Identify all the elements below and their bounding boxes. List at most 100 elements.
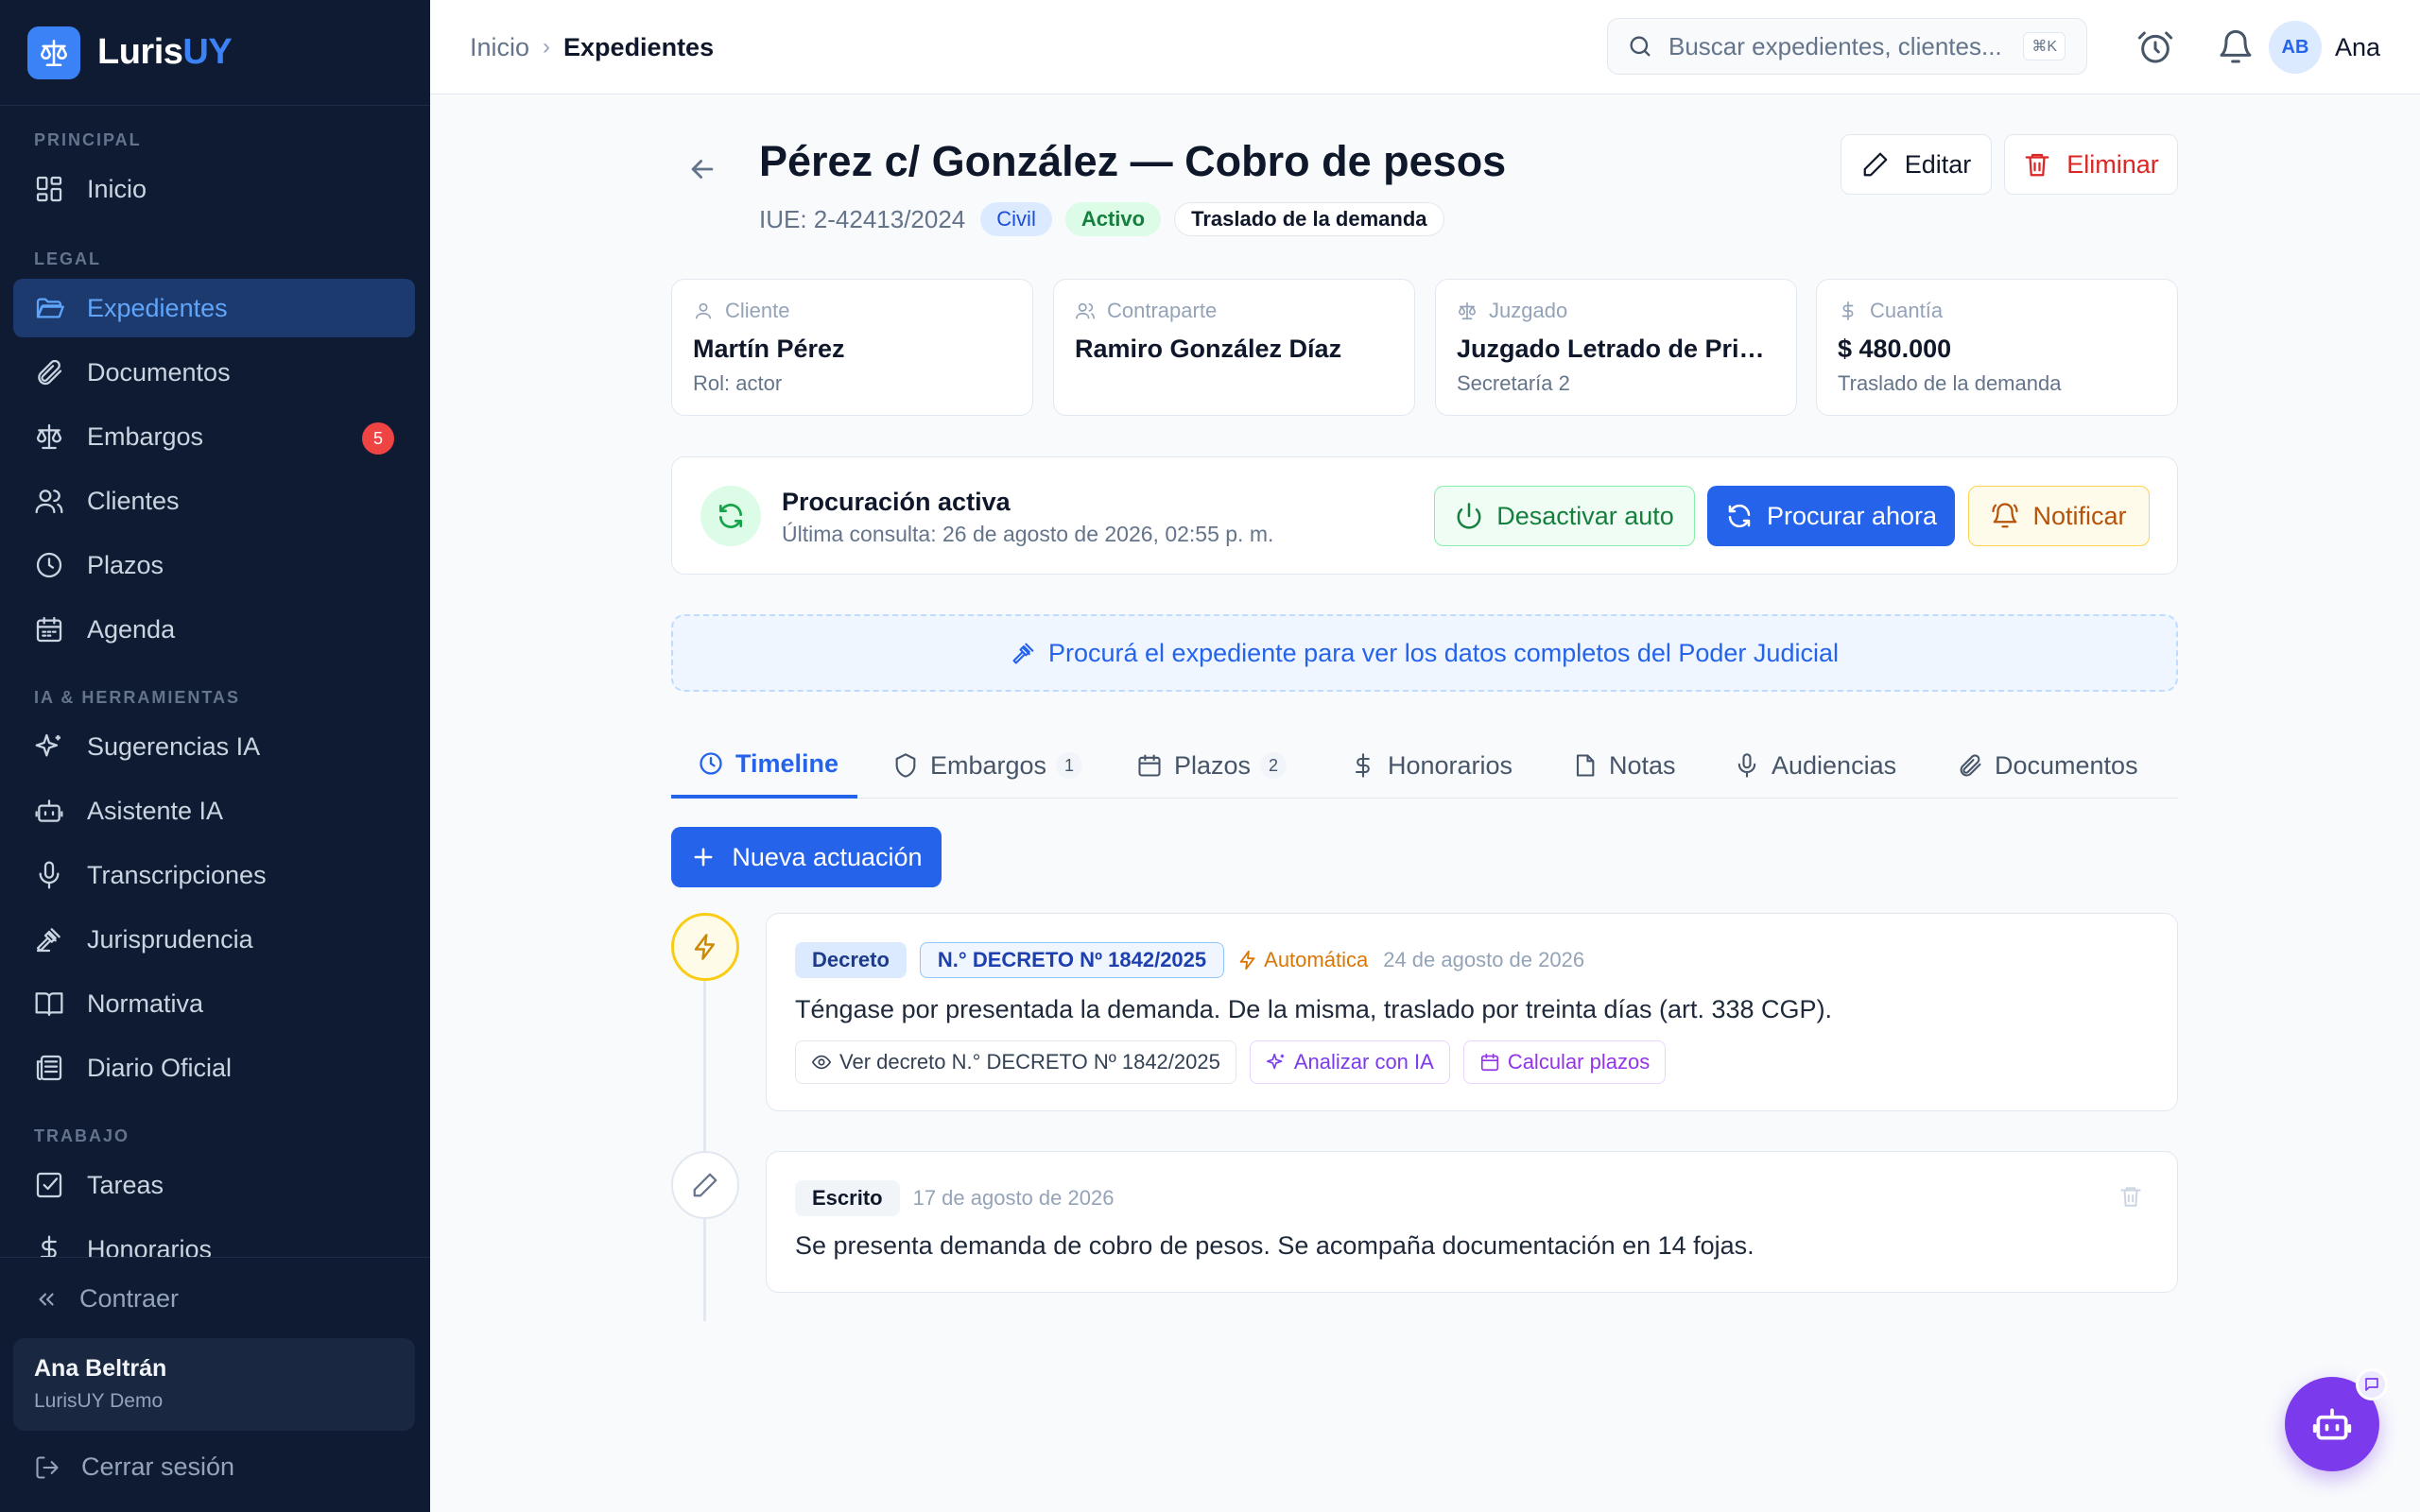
tab-embargos[interactable]: Embargos 1	[892, 732, 1083, 799]
sidebar-item-transcripciones[interactable]: Transcripciones	[13, 846, 415, 904]
checkbox-icon	[36, 1172, 62, 1198]
sparkles-icon	[35, 733, 60, 757]
cuantia-sub: Traslado de la demanda	[1838, 371, 2062, 395]
notify-button[interactable]: Notificar	[1968, 486, 2150, 546]
user-card[interactable]: Ana Beltrán LurisUY Demo	[13, 1338, 415, 1431]
chevrons-left-icon	[39, 1293, 54, 1305]
cliente-value: Martín Pérez	[693, 335, 845, 363]
new-action-button[interactable]: Nueva actuación	[671, 827, 942, 887]
contraparte-label-text: Contraparte	[1107, 299, 1218, 322]
section-trabajo: TRABAJO	[34, 1126, 130, 1145]
brand[interactable]: LurisUY	[0, 0, 430, 106]
sidebar: LurisUY PRINCIPAL Inicio LEGAL Expedient…	[0, 0, 430, 1512]
paperclip-icon	[1960, 754, 1981, 777]
tab-timeline[interactable]: Timeline	[671, 732, 857, 799]
sidebar-item-embargos[interactable]: Embargos 5	[13, 407, 415, 466]
breadcrumb-current: Expedientes	[563, 32, 715, 61]
automatic-label-text: Automática	[1264, 948, 1369, 971]
trash-icon[interactable]	[2118, 1184, 2143, 1209]
tab-notas[interactable]: Notas	[1571, 732, 1676, 799]
sidebar-item-asistente-ia[interactable]: Asistente IA	[13, 782, 415, 840]
tab-label: Audiencias	[1772, 750, 1897, 780]
sidebar-item-clientes[interactable]: Clientes	[13, 472, 415, 530]
sidebar-item-sugerencias-ia[interactable]: Sugerencias IA	[13, 717, 415, 776]
case-meta: IUE: 2-42413/2024 Civil Activo Traslado …	[759, 202, 1458, 236]
procuracion-title: Procuración activa	[782, 488, 1011, 516]
alarm-clock-icon[interactable]	[2136, 28, 2174, 66]
sidebar-item-label: Jurisprudencia	[87, 924, 253, 954]
calendar-icon	[1138, 754, 1161, 777]
sidebar-item-agenda[interactable]: Agenda	[13, 600, 415, 659]
procuracion-last-check: Última consulta: 26 de agosto de 2026, 0…	[782, 522, 1274, 546]
calendar-icon	[36, 616, 62, 643]
tab-documentos[interactable]: Documentos	[1957, 732, 2138, 799]
book-open-icon	[35, 992, 63, 1017]
robot-icon	[2312, 1408, 2352, 1440]
calculate-deadlines-button[interactable]: Calcular plazos	[1462, 1040, 1667, 1084]
actuacion-text: Téngase por presentada la demanda. De la…	[795, 995, 1833, 1023]
avatar[interactable]: AB	[2269, 21, 2322, 74]
tab-plazos[interactable]: Plazos 2	[1136, 732, 1288, 799]
actuacion-text: Se presenta demanda de cobro de pesos. S…	[795, 1231, 1754, 1260]
procure-now-button[interactable]: Procurar ahora	[1707, 486, 1955, 546]
sidebar-item-label: Embargos	[87, 421, 204, 451]
dollar-icon	[1841, 301, 1854, 320]
procure-hint-banner[interactable]: Procurá el expediente para ver los datos…	[671, 614, 2178, 692]
sidebar-item-plazos[interactable]: Plazos	[13, 536, 415, 594]
sidebar-item-expedientes[interactable]: Expedientes	[13, 279, 415, 337]
decree-number-badge: N.° DECRETO Nº 1842/2025	[919, 942, 1225, 978]
timeline-node-auto	[671, 913, 739, 981]
sidebar-nav: PRINCIPAL Inicio LEGAL Expedientes Docum…	[0, 106, 430, 1257]
arrow-left-icon[interactable]	[686, 153, 718, 185]
sidebar-item-inicio[interactable]: Inicio	[13, 160, 415, 218]
eye-icon	[811, 1055, 832, 1070]
actuacion-header: Decreto N.° DECRETO Nº 1842/2025 Automát…	[795, 942, 1584, 978]
procure-hint-text: Procurá el expediente para ver los datos…	[1048, 638, 1839, 667]
dollar-icon	[40, 1235, 57, 1257]
delete-button[interactable]: Eliminar	[2004, 134, 2178, 195]
sidebar-item-honorarios[interactable]: Honorarios	[13, 1220, 415, 1257]
search-input[interactable]	[1668, 31, 2009, 61]
automatic-label: Automática	[1237, 948, 1368, 972]
cuantia-value: $ 480.000	[1838, 335, 1952, 363]
sidebar-item-tareas[interactable]: Tareas	[13, 1156, 415, 1214]
logout-icon	[36, 1455, 59, 1479]
sidebar-item-documentos[interactable]: Documentos	[13, 343, 415, 402]
case-tabs: Timeline Embargos 1 Plazos 2 Honorarios …	[671, 732, 2178, 799]
breadcrumb: Inicio › Expedientes	[470, 0, 714, 94]
breadcrumb-inicio[interactable]: Inicio	[470, 33, 529, 62]
sidebar-footer: Contraer Ana Beltrán LurisUY Demo Cerrar…	[0, 1257, 430, 1481]
sidebar-item-jurisprudencia[interactable]: Jurisprudencia	[13, 910, 415, 969]
clock-icon	[36, 552, 62, 578]
collapse-button[interactable]: Contraer	[34, 1284, 179, 1314]
view-decree-button[interactable]: Ver decreto N.° DECRETO Nº 1842/2025	[795, 1040, 1236, 1084]
notify-label: Notificar	[2032, 501, 2127, 530]
actuacion-card: Escrito 17 de agosto de 2026 Se presenta…	[766, 1151, 2178, 1293]
actuacion-date: 24 de agosto de 2026	[1383, 948, 1585, 971]
delete-label: Eliminar	[2066, 149, 2159, 179]
refresh-icon	[1728, 504, 1751, 528]
logout-button[interactable]: Cerrar sesión	[34, 1452, 234, 1482]
sidebar-item-diario-oficial[interactable]: Diario Oficial	[13, 1039, 415, 1097]
deactivate-auto-button[interactable]: Desactivar auto	[1434, 486, 1695, 546]
tab-honorarios[interactable]: Honorarios	[1350, 732, 1512, 799]
procure-now-label: Procurar ahora	[1766, 501, 1938, 530]
sidebar-item-label: Normativa	[87, 988, 204, 1018]
cuantia-label: Cuantía	[1838, 299, 2156, 323]
calendar-icon	[1480, 1053, 1498, 1072]
info-card-juzgado: Juzgado Juzgado Letrado de Prime... Secr…	[1435, 279, 1797, 416]
tab-audiencias[interactable]: Audiencias	[1734, 732, 1896, 799]
topbar-user-name[interactable]: Ana	[2335, 0, 2380, 94]
contraparte-label: Contraparte	[1075, 299, 1393, 323]
edit-button[interactable]: Editar	[1841, 134, 1992, 195]
analyze-ai-button[interactable]: Analizar con IA	[1249, 1040, 1450, 1084]
juzgado-label: Juzgado	[1457, 299, 1775, 323]
sidebar-item-normativa[interactable]: Normativa	[13, 974, 415, 1033]
cliente-label-text: Cliente	[725, 299, 790, 322]
search-box[interactable]: ⌘K	[1607, 18, 2087, 75]
section-principal: PRINCIPAL	[34, 130, 142, 149]
plus-icon	[694, 848, 713, 867]
bell-icon[interactable]	[2217, 28, 2255, 66]
robot-icon	[35, 799, 63, 822]
materia-badge: Civil	[980, 202, 1052, 236]
